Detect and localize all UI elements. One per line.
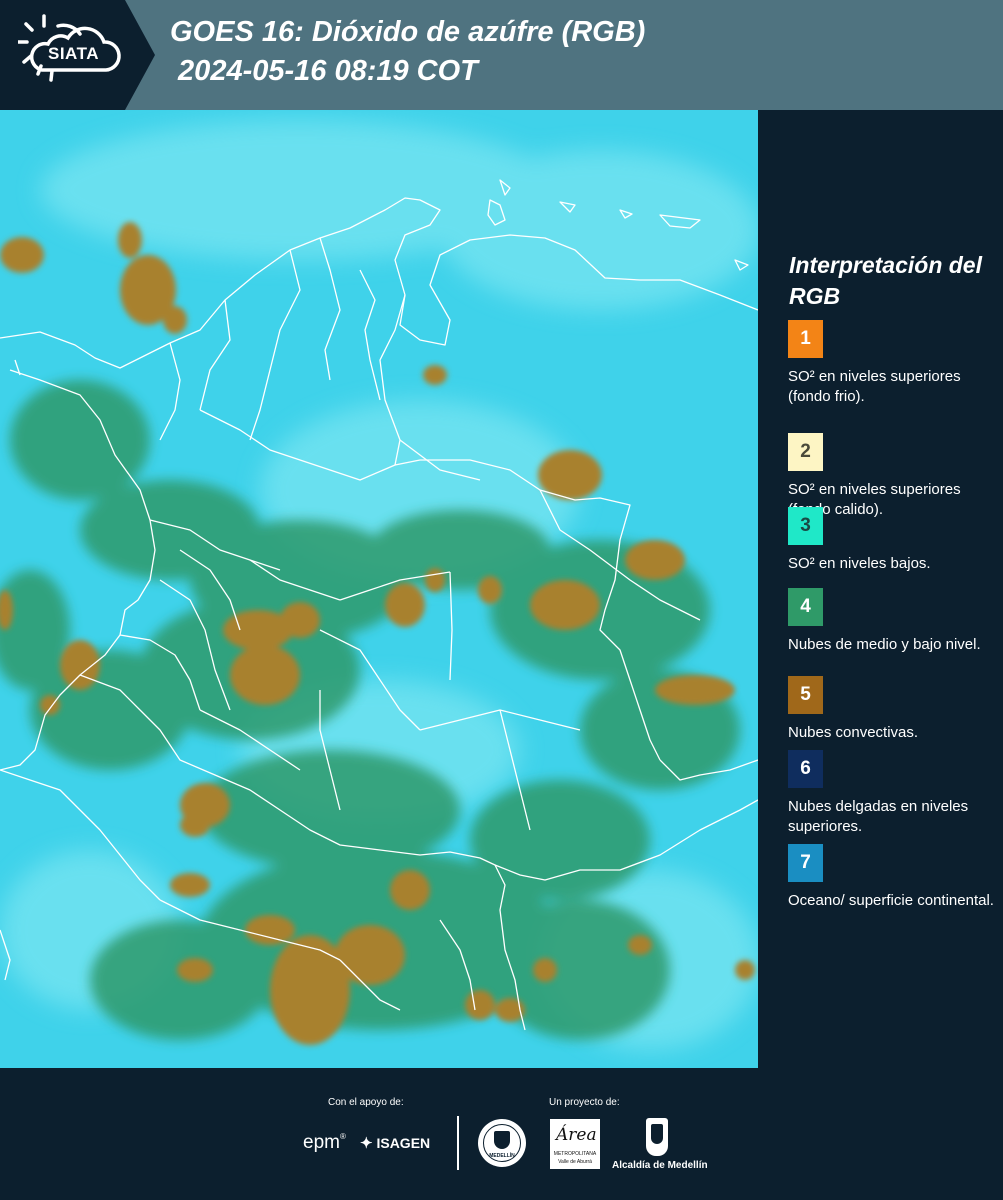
- alcaldia-label: Alcaldía de Medellín: [612, 1160, 708, 1171]
- legend-item: 4 Nubes de medio y bajo nivel.: [788, 588, 998, 655]
- page-timestamp: 2024-05-16 08:19 COT: [170, 55, 478, 87]
- epm-logo[interactable]: epm®: [303, 1132, 346, 1154]
- legend-label: Nubes de medio y bajo nivel.: [788, 636, 981, 653]
- legend-label: SO² en niveles bajos.: [788, 555, 931, 572]
- seal-shield-icon: [494, 1131, 510, 1149]
- legend-item: 3 SO² en niveles bajos.: [788, 507, 998, 574]
- legend-panel: Interpretación del RGB 1 SO² en niveles s…: [760, 110, 1003, 1068]
- legend-label: Oceano/ superficie continental.: [788, 892, 994, 909]
- support-label: Con el apoyo de:: [328, 1097, 404, 1108]
- page-title: GOES 16: Dióxido de azúfre (RGB): [170, 16, 646, 48]
- legend-swatch: 3: [788, 507, 823, 545]
- isagen-logo[interactable]: ✦ ISAGEN: [360, 1134, 430, 1152]
- legend-item: 6 Nubes delgadas en niveles superiores.: [788, 750, 998, 837]
- footer-divider: [457, 1116, 459, 1170]
- legend-swatch: 5: [788, 676, 823, 714]
- epm-logo-text: epm: [303, 1132, 340, 1153]
- project-label: Un proyecto de:: [549, 1097, 620, 1108]
- legend-swatch: 7: [788, 844, 823, 882]
- legend-title: Interpretación del RGB: [789, 252, 982, 309]
- alcaldia-crest-icon: [646, 1118, 668, 1156]
- legend-swatch: 2: [788, 433, 823, 471]
- medellin-seal-logo[interactable]: MEDELLÍN: [478, 1119, 526, 1167]
- legend-swatch: 1: [788, 320, 823, 358]
- area-metropolitana-logo[interactable]: Área METROPOLITANA Valle de Aburrá: [550, 1119, 600, 1169]
- satellite-image: [0, 110, 758, 1068]
- isagen-star-icon: ✦: [360, 1135, 373, 1152]
- area-logo-sub2: Valle de Aburrá: [558, 1159, 592, 1165]
- legend-item: 7 Oceano/ superficie continental.: [788, 844, 998, 911]
- legend-item: 5 Nubes convectivas.: [788, 676, 998, 743]
- isagen-logo-text: ISAGEN: [376, 1135, 431, 1151]
- area-logo-script: Área: [556, 1125, 597, 1145]
- legend-swatch: 6: [788, 750, 823, 788]
- header: SIATA GOES 16: Dióxido de azúfre (RGB) 2…: [0, 0, 1003, 110]
- area-logo-sub: METROPOLITANA: [553, 1151, 597, 1157]
- legend-label: Nubes convectivas.: [788, 724, 919, 741]
- legend-label: Nubes delgadas en niveles superiores.: [788, 798, 969, 835]
- legend-label: SO² en niveles superiores (fondo frio).: [788, 368, 961, 405]
- legend-swatch: 4: [788, 588, 823, 626]
- footer: Con el apoyo de: Un proyecto de: epm® ✦ …: [0, 1068, 1003, 1200]
- legend-item: 1 SO² en niveles superiores (fondo frio).: [788, 320, 998, 407]
- logo-text: SIATA: [48, 44, 99, 63]
- satellite-map[interactable]: [0, 110, 758, 1068]
- seal-text: MEDELLÍN: [489, 1153, 515, 1159]
- siata-logo[interactable]: SIATA: [0, 0, 155, 110]
